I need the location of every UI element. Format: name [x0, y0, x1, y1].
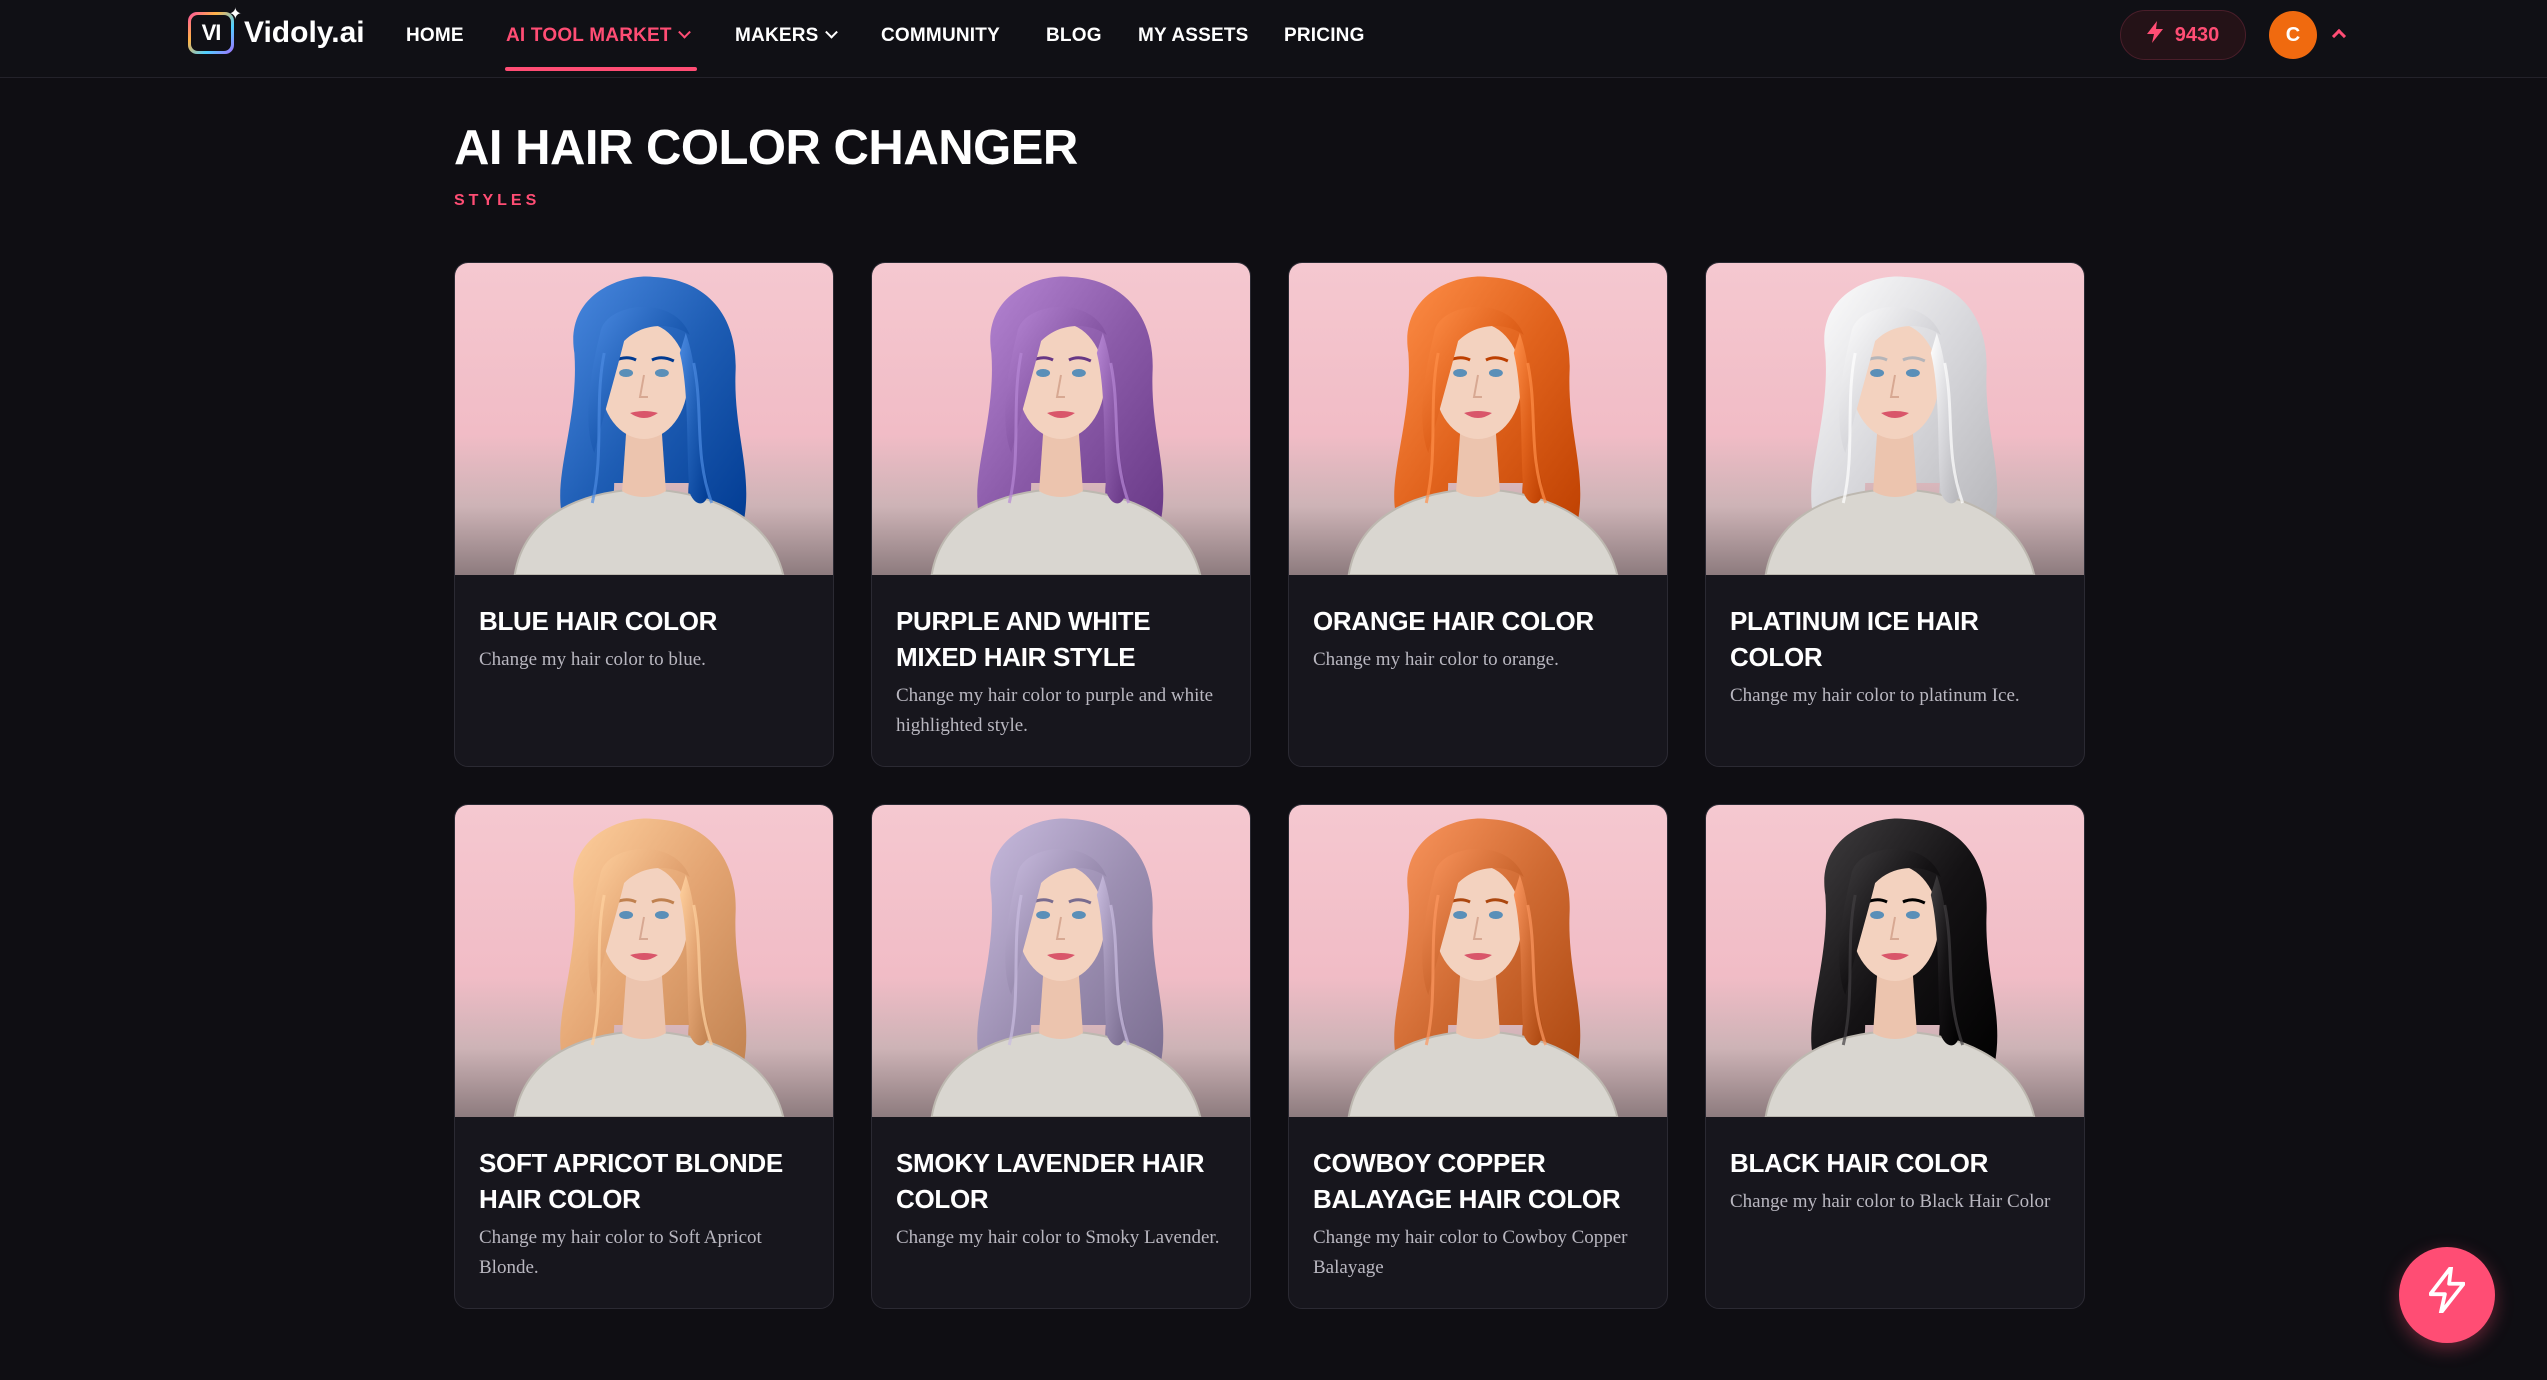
portrait-illustration — [1347, 276, 1619, 575]
portrait-illustration — [930, 276, 1202, 575]
chevron-up-icon[interactable] — [2331, 28, 2347, 44]
card-title: SMOKY LAVENDER HAIR COLOR — [896, 1148, 1205, 1214]
active-tab-indicator — [505, 67, 697, 71]
style-preview-image — [872, 805, 1250, 1117]
quick-action-button[interactable] — [2399, 1247, 2495, 1343]
nav-community[interactable]: COMMUNITY — [881, 0, 1000, 72]
nav-blog[interactable]: BLOG — [1046, 0, 1102, 72]
nav-ai-tool-market[interactable]: AI TOOL MARKET — [506, 0, 691, 72]
card-description: Change my hair color to orange. — [1313, 649, 1559, 670]
credits-button[interactable]: 9430 — [2120, 10, 2246, 60]
style-card[interactable]: SMOKY LAVENDER HAIR COLOR Change my hair… — [871, 804, 1251, 1309]
style-preview-image — [1706, 805, 2084, 1117]
style-preview-image — [1706, 263, 2084, 575]
nav-my-assets[interactable]: MY ASSETS — [1138, 0, 1249, 72]
style-preview-image — [455, 805, 833, 1117]
portrait-illustration — [930, 818, 1202, 1117]
style-card[interactable]: SOFT APRICOT BLONDE HAIR COLOR Change my… — [454, 804, 834, 1309]
style-preview-image — [872, 263, 1250, 575]
avatar[interactable]: C — [2269, 11, 2317, 59]
style-card[interactable]: BLACK HAIR COLOR Change my hair color to… — [1705, 804, 2085, 1309]
card-description: Change my hair color to Cowboy Copper Ba… — [1313, 1227, 1628, 1278]
style-card[interactable]: COWBOY COPPER BALAYAGE HAIR COLOR Change… — [1288, 804, 1668, 1309]
style-preview-image — [1289, 263, 1667, 575]
top-navbar: VI ✦ Vidoly.ai HOME AI TOOL MARKET MAKER… — [0, 0, 2547, 78]
card-description: Change my hair color to platinum Ice. — [1730, 685, 2020, 706]
portrait-illustration — [513, 818, 785, 1117]
nav-pricing[interactable]: PRICING — [1284, 0, 1365, 72]
style-card-grid: BLUE HAIR COLOR Change my hair color to … — [454, 262, 2086, 1309]
portrait-illustration — [1764, 818, 2036, 1117]
brand-name: Vidoly.ai — [244, 16, 365, 49]
card-description: Change my hair color to purple and white… — [896, 685, 1214, 736]
credits-count: 9430 — [2174, 23, 2220, 46]
style-card[interactable]: PURPLE AND WHITE MIXED HAIR STYLE Change… — [871, 262, 1251, 767]
card-description: Change my hair color to Smoky Lavender. — [896, 1227, 1220, 1248]
logo-mark-icon: VI ✦ — [188, 6, 242, 54]
card-title: BLUE HAIR COLOR — [479, 606, 718, 636]
style-card[interactable]: PLATINUM ICE HAIR COLOR Change my hair c… — [1705, 262, 2085, 767]
portrait-illustration — [513, 276, 785, 575]
card-title: COWBOY COPPER BALAYAGE HAIR COLOR — [1313, 1148, 1621, 1214]
brand-logo[interactable]: VI ✦ Vidoly.ai — [188, 6, 365, 57]
style-card[interactable]: BLUE HAIR COLOR Change my hair color to … — [454, 262, 834, 767]
card-title: SOFT APRICOT BLONDE HAIR COLOR — [479, 1148, 783, 1214]
style-preview-image — [455, 263, 833, 575]
nav-makers[interactable]: MAKERS — [735, 0, 838, 72]
card-description: Change my hair color to Black Hair Color — [1730, 1191, 2051, 1212]
sparkle-icon: ✦ — [228, 6, 242, 23]
card-title: PURPLE AND WHITE MIXED HAIR STYLE — [896, 606, 1151, 672]
card-description: Change my hair color to Soft Apricot Blo… — [479, 1227, 762, 1278]
card-title: ORANGE HAIR COLOR — [1313, 606, 1594, 636]
card-title: PLATINUM ICE HAIR COLOR — [1730, 606, 1979, 672]
nav-home[interactable]: HOME — [406, 0, 464, 72]
style-card[interactable]: ORANGE HAIR COLOR Change my hair color t… — [1288, 262, 1668, 767]
lightning-bolt-icon — [2146, 21, 2163, 49]
section-label: STYLES — [454, 192, 541, 209]
page-title: AI HAIR COLOR CHANGER — [454, 121, 1078, 175]
portrait-illustration — [1347, 818, 1619, 1117]
chevron-down-icon — [824, 25, 838, 39]
chevron-down-icon — [677, 25, 691, 39]
style-preview-image — [1289, 805, 1667, 1117]
portrait-illustration — [1764, 276, 2036, 575]
lightning-bolt-icon — [2428, 1264, 2466, 1324]
card-title: BLACK HAIR COLOR — [1730, 1148, 1989, 1178]
card-description: Change my hair color to blue. — [479, 649, 706, 670]
